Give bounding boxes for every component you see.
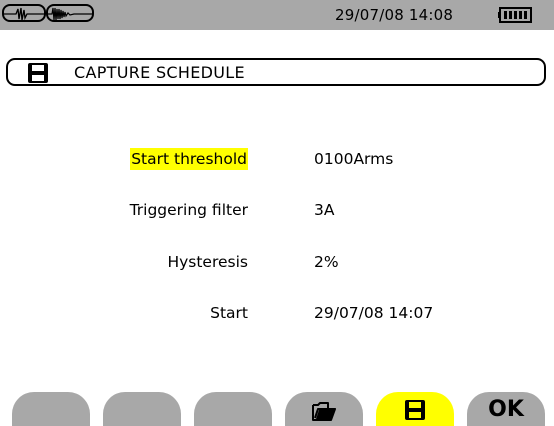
setting-label-triggering-filter[interactable]: Triggering filter <box>130 199 248 221</box>
floppy-disk-icon <box>405 400 425 420</box>
title-bar: CAPTURE SCHEDULE <box>6 58 546 86</box>
open-folder-button[interactable] <box>285 392 363 426</box>
setting-label-start[interactable]: Start <box>210 302 248 324</box>
setting-label-hysteresis[interactable]: Hysteresis <box>167 251 248 273</box>
ok-button[interactable]: OK <box>467 392 545 426</box>
ok-label: OK <box>488 397 524 422</box>
setting-value-start[interactable]: 29/07/08 14:07 <box>314 302 433 324</box>
page-title: CAPTURE SCHEDULE <box>74 63 245 82</box>
save-button[interactable] <box>376 392 454 426</box>
status-bar: 29/07/08 14:08 <box>0 0 554 30</box>
setting-value-triggering-filter[interactable]: 3A <box>314 199 334 221</box>
softkey-3[interactable] <box>194 392 272 426</box>
inrush-wave-icon <box>46 4 94 22</box>
setting-value-hysteresis[interactable]: 2% <box>314 251 339 273</box>
open-folder-icon <box>312 402 336 421</box>
status-datetime: 29/07/08 14:08 <box>335 6 454 24</box>
transient-wave-icon <box>2 4 46 22</box>
battery-icon <box>498 7 532 23</box>
floppy-disk-icon <box>28 63 48 83</box>
softkey-2[interactable] <box>103 392 181 426</box>
softkey-1[interactable] <box>12 392 90 426</box>
setting-value-start-threshold[interactable]: 0100Arms <box>314 148 393 170</box>
setting-label-start-threshold[interactable]: Start threshold <box>130 148 248 170</box>
